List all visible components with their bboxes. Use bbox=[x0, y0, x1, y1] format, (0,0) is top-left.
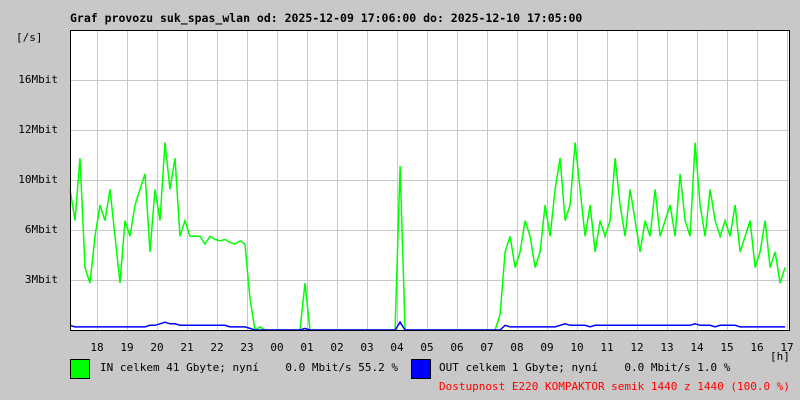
x-tick-label: 10 bbox=[570, 341, 584, 354]
x-tick-label: 09 bbox=[540, 341, 554, 354]
x-tick-label: 14 bbox=[690, 341, 704, 354]
y-tick-label: 6Mbit bbox=[24, 223, 58, 236]
x-tick-label: 20 bbox=[150, 341, 164, 354]
y-tick-label: 12Mbit bbox=[18, 123, 58, 136]
y-tick-label: 3Mbit bbox=[24, 273, 58, 286]
x-tick-label: 02 bbox=[330, 341, 344, 354]
x-tick-label: 12 bbox=[630, 341, 644, 354]
out-legend-text: OUT celkem 1 Gbyte; nyní 0.0 Mbit/s 1.0 … bbox=[439, 361, 731, 374]
x-tick-label: 06 bbox=[450, 341, 464, 354]
x-axis-unit: [h] bbox=[770, 350, 790, 363]
x-tick-label: 07 bbox=[480, 341, 494, 354]
in-legend-text: IN celkem 41 Gbyte; nyní 0.0 Mbit/s 55.2… bbox=[100, 361, 399, 374]
x-tick-label: 03 bbox=[360, 341, 374, 354]
x-tick-label: 01 bbox=[300, 341, 314, 354]
x-tick-label: 19 bbox=[120, 341, 134, 354]
y-tick-label: 16Mbit bbox=[18, 73, 58, 86]
x-tick-label: 18 bbox=[90, 341, 104, 354]
x-tick-label: 13 bbox=[660, 341, 674, 354]
x-tick-label: 21 bbox=[180, 341, 194, 354]
x-tick-label: 00 bbox=[270, 341, 284, 354]
x-tick-label: 05 bbox=[420, 341, 434, 354]
chart-plot bbox=[69, 30, 790, 332]
x-tick-label: 15 bbox=[720, 341, 734, 354]
x-tick-label: 11 bbox=[600, 341, 614, 354]
availability-text: Dostupnost E220 KOMPAKTOR semik 1440 z 1… bbox=[439, 380, 790, 393]
x-tick-label: 16 bbox=[750, 341, 764, 354]
out-legend-swatch bbox=[411, 359, 431, 379]
x-tick-label: 22 bbox=[210, 341, 224, 354]
x-tick-label: 08 bbox=[510, 341, 524, 354]
x-tick-label: 23 bbox=[240, 341, 254, 354]
in-legend-swatch bbox=[70, 359, 90, 379]
x-tick-label: 04 bbox=[390, 341, 404, 354]
y-tick-label: 10Mbit bbox=[18, 173, 58, 186]
